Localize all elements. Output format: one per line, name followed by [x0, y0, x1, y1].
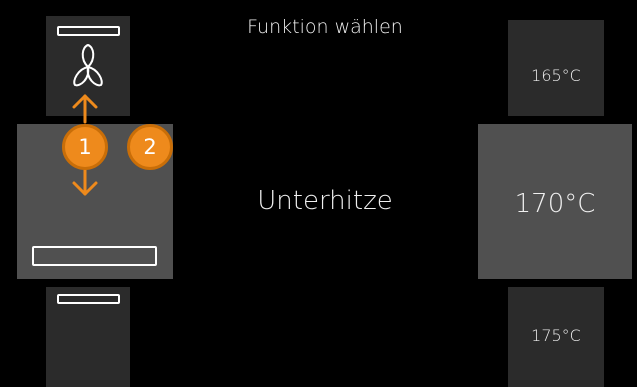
- temperature-option-selected[interactable]: 170°C: [478, 124, 632, 279]
- temperature-option-below[interactable]: 175°C: [508, 287, 604, 387]
- fan-icon: [73, 44, 103, 87]
- temperature-value-selected: 170°C: [514, 189, 596, 219]
- scroll-down-arrow-icon: [72, 166, 98, 196]
- step-badge-1: 1: [62, 124, 108, 170]
- bottom-heat-bar-icon: [32, 246, 157, 266]
- page-title: Funktion wählen: [247, 16, 403, 38]
- temperature-value: 165°C: [531, 66, 581, 85]
- step-badge-2: 2: [127, 124, 173, 170]
- function-option-bottom-heat[interactable]: [46, 287, 130, 387]
- bottom-heat-bar-icon: [57, 294, 120, 304]
- temperature-value: 175°C: [531, 326, 581, 345]
- scroll-up-arrow-icon: [72, 94, 98, 124]
- top-heat-bar-icon: [57, 26, 120, 36]
- selected-function-label: Unterhitze: [257, 186, 393, 216]
- temperature-option-above[interactable]: 165°C: [508, 20, 604, 116]
